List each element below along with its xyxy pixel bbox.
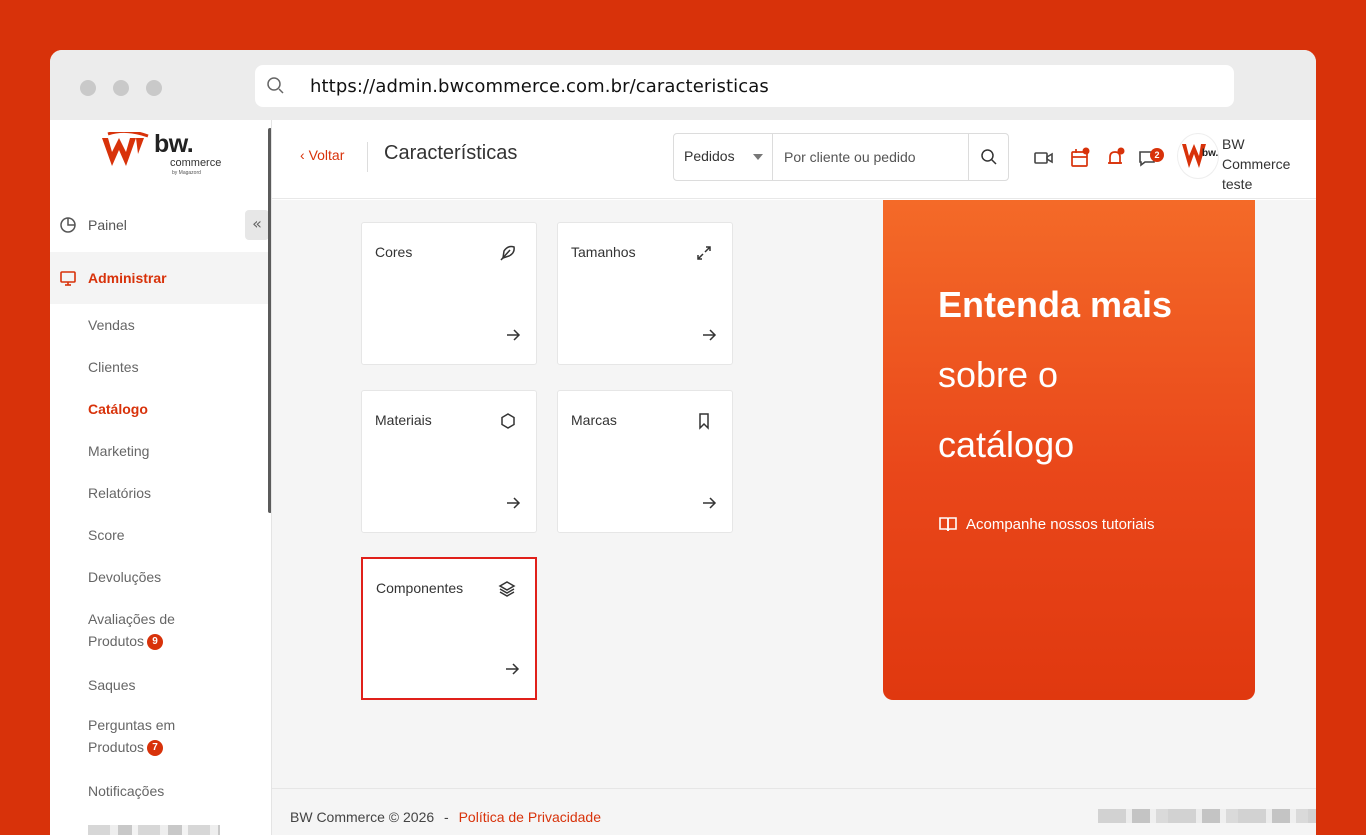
card-title: Materiais: [375, 412, 432, 428]
sidebar-subitem-clientes[interactable]: Clientes: [88, 356, 139, 378]
sidebar-item-label: Perguntas em: [88, 717, 176, 733]
brand-logo[interactable]: bw. commerce by Magazord: [100, 130, 222, 176]
search-input[interactable]: [774, 134, 968, 180]
sidebar-subitem-vendas[interactable]: Vendas: [88, 314, 135, 336]
sidebar-item-label: Painel: [88, 217, 127, 233]
promo-heading: Entenda mais: [938, 284, 1173, 325]
footer-text: BW Commerce © 2026 - Política de Privaci…: [290, 809, 601, 825]
arrow-right-icon: [703, 497, 717, 509]
calendar-icon[interactable]: [1068, 146, 1092, 170]
top-header: ‹ Voltar Características Pedidos 2 bw.: [272, 120, 1316, 199]
blurred-sidebar-item: [88, 825, 220, 835]
search-button[interactable]: [968, 134, 1009, 180]
main-content: Cores Tamanhos Materiais Marcas Componen…: [272, 200, 1316, 790]
sidebar-item-administrar[interactable]: Administrar: [50, 252, 268, 304]
window-maximize-dot[interactable]: [146, 80, 162, 96]
card-title: Cores: [375, 244, 413, 260]
footer-separator: -: [444, 809, 449, 825]
arrow-right-icon: [703, 329, 717, 341]
sidebar-subitem-notificacoes[interactable]: Notificações: [88, 780, 164, 802]
sidebar-subitem-devolucoes[interactable]: Devoluções: [88, 566, 161, 588]
bw-logo-icon: bw.: [1182, 144, 1218, 168]
bookmark-icon: [699, 413, 709, 430]
card-title: Marcas: [571, 412, 617, 428]
hexagon-icon: [501, 413, 515, 429]
browser-toolbar: https://admin.bwcommerce.com.br/caracter…: [50, 50, 1316, 120]
pie-chart-icon: [58, 215, 78, 235]
user-name: BW Commerce: [1222, 136, 1291, 172]
monitor-icon: [58, 268, 78, 288]
avatar[interactable]: bw.: [1177, 133, 1219, 179]
logo-by-text: by Magazord: [172, 170, 201, 176]
search-icon: [981, 149, 997, 165]
window-minimize-dot[interactable]: [113, 80, 129, 96]
chevron-left-icon: ‹: [300, 147, 309, 163]
blurred-footer-content: [1098, 809, 1316, 823]
layers-icon: [498, 581, 516, 597]
book-open-icon: [939, 517, 957, 532]
search-type-select[interactable]: Pedidos: [674, 134, 773, 180]
expand-icon: [697, 246, 711, 260]
arrow-right-icon: [507, 329, 521, 341]
card-marcas[interactable]: Marcas: [557, 390, 733, 533]
card-componentes[interactable]: Componentes: [361, 557, 537, 700]
count-badge: 9: [147, 634, 164, 651]
search-type-value: Pedidos: [684, 148, 735, 164]
sidebar-subitem-avaliacoes[interactable]: Avaliações de Produtos 9: [88, 608, 175, 652]
svg-text:bw.: bw.: [1202, 148, 1218, 159]
video-icon[interactable]: [1032, 146, 1056, 170]
back-label: Voltar: [308, 147, 345, 163]
chat-count-badge: 2: [1150, 148, 1164, 162]
feather-icon: [500, 245, 515, 261]
caret-down-icon: [753, 154, 763, 160]
page-title: Características: [384, 142, 518, 164]
card-title: Tamanhos: [571, 244, 636, 260]
logo-sub-text: commerce: [170, 157, 222, 169]
promo-subheading-2: catálogo: [938, 424, 1075, 465]
header-divider: [367, 142, 368, 172]
sidebar-subitem-marketing[interactable]: Marketing: [88, 440, 149, 462]
sidebar-item-label: Avaliações de: [88, 611, 175, 627]
sidebar-subitem-perguntas[interactable]: Perguntas em Produtos 7: [88, 714, 175, 758]
logo-brand-text: bw.: [154, 130, 194, 158]
card-cores[interactable]: Cores: [361, 222, 537, 365]
catalog-promo-banner: Entenda mais sobre o catálogo Acompanhe …: [883, 200, 1255, 700]
privacy-policy-link[interactable]: Política de Privacidade: [459, 809, 601, 825]
sidebar: bw. commerce by Magazord « Painel Admini…: [50, 120, 271, 835]
user-menu[interactable]: BW Commerce teste: [1222, 134, 1316, 194]
tutorials-link-label: Acompanhe nossos tutoriais: [966, 515, 1155, 533]
browser-window: https://admin.bwcommerce.com.br/caracter…: [50, 50, 1316, 835]
window-close-dot[interactable]: [80, 80, 96, 96]
sidebar-subitem-saques[interactable]: Saques: [88, 674, 135, 696]
search-icon: [267, 77, 284, 94]
card-tamanhos[interactable]: Tamanhos: [557, 222, 733, 365]
order-search: Pedidos: [673, 133, 1009, 181]
back-button[interactable]: ‹ Voltar: [300, 147, 344, 163]
sidebar-subitem-score[interactable]: Score: [88, 524, 125, 546]
card-title: Componentes: [376, 580, 464, 596]
url-text: https://admin.bwcommerce.com.br/caracter…: [310, 76, 769, 97]
sidebar-item-label-2: Produtos: [88, 633, 145, 649]
sidebar-subitem-catalogo[interactable]: Catálogo: [88, 398, 148, 420]
sidebar-subitem-relatorios[interactable]: Relatórios: [88, 482, 151, 504]
count-badge: 7: [147, 740, 164, 757]
bell-icon[interactable]: [1104, 146, 1128, 170]
promo-subheading: sobre o: [938, 354, 1059, 395]
arrow-right-icon: [506, 663, 520, 675]
address-bar[interactable]: https://admin.bwcommerce.com.br/caracter…: [255, 65, 1234, 107]
sidebar-item-label: Administrar: [88, 270, 167, 286]
sidebar-item-painel[interactable]: Painel: [50, 202, 268, 248]
card-materiais[interactable]: Materiais: [361, 390, 537, 533]
bw-logo-icon: [102, 132, 149, 166]
tutorials-link[interactable]: Acompanhe nossos tutoriais: [938, 515, 1154, 533]
user-store: teste: [1222, 176, 1253, 192]
footer: BW Commerce © 2026 - Política de Privaci…: [272, 788, 1316, 835]
copyright-text: BW Commerce © 2026: [290, 809, 435, 825]
sidebar-item-label-2: Produtos: [88, 739, 145, 755]
arrow-right-icon: [507, 497, 521, 509]
